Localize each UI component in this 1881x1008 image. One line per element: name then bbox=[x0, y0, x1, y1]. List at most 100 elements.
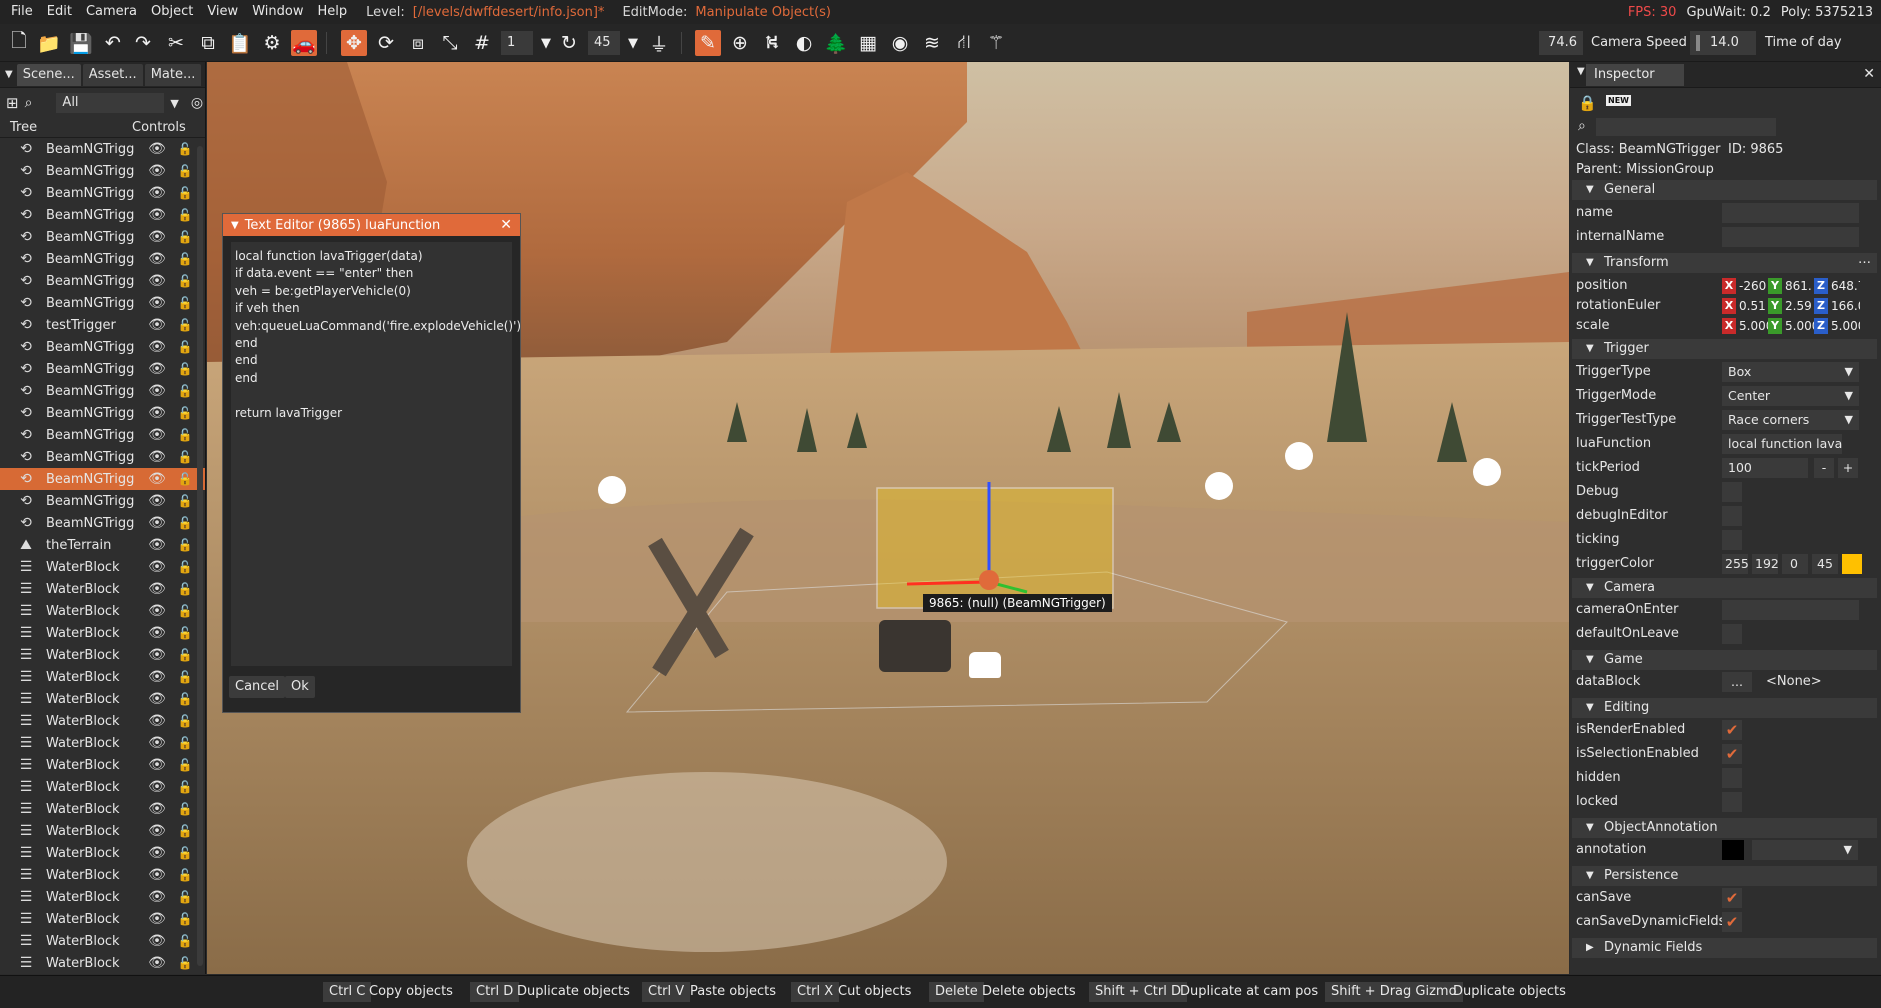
terrain-painter-icon[interactable]: ▦ bbox=[855, 30, 881, 56]
visibility-eye-icon[interactable]: 👁 bbox=[148, 251, 166, 267]
more-options-icon[interactable]: … bbox=[1858, 250, 1871, 270]
color-r-field[interactable]: 255 bbox=[1722, 554, 1748, 574]
color-g-field[interactable]: 192 bbox=[1752, 554, 1778, 574]
visibility-eye-icon[interactable]: 👁 bbox=[148, 405, 166, 421]
settings-gear-icon[interactable]: ⚙ bbox=[259, 30, 285, 56]
close-icon[interactable]: ✕ bbox=[500, 217, 512, 233]
tree-row[interactable]: ☰ WaterBlock 👁 🔓 bbox=[0, 930, 205, 952]
scale-gizmo-icon[interactable]: ⧈ bbox=[405, 30, 431, 56]
tree-row[interactable]: ☰ WaterBlock 👁 🔓 bbox=[0, 908, 205, 930]
tree-row[interactable]: ☰ WaterBlock 👁 🔓 bbox=[0, 864, 205, 886]
pencil-edit-icon[interactable]: ✎ bbox=[695, 30, 721, 56]
section-trigger[interactable]: ▼ Trigger bbox=[1572, 339, 1877, 359]
section-transform[interactable]: ▼ Transform… bbox=[1572, 250, 1877, 273]
tab-inspector[interactable]: Inspector bbox=[1586, 63, 1684, 86]
position-vector[interactable]: X-260 Y861. Z648.7 bbox=[1722, 276, 1860, 296]
visibility-eye-icon[interactable]: 👁 bbox=[148, 625, 166, 641]
new-file-icon[interactable]: 🗋 bbox=[6, 30, 32, 56]
lock-icon[interactable]: 🔓 bbox=[176, 912, 194, 926]
lock-icon[interactable]: 🔓 bbox=[176, 296, 194, 310]
is-render-enabled-checkbox[interactable]: ✔ bbox=[1722, 720, 1742, 740]
trigger-test-type-dropdown[interactable]: Race corners ▼ bbox=[1722, 410, 1859, 430]
visibility-eye-icon[interactable]: 👁 bbox=[148, 559, 166, 575]
road-tool-icon[interactable]: ⛕ bbox=[759, 30, 785, 56]
visibility-eye-icon[interactable]: 👁 bbox=[148, 713, 166, 729]
rotation-vector[interactable]: X0.51 Y2.59 Z166.0 bbox=[1722, 296, 1860, 316]
visibility-eye-icon[interactable]: 👁 bbox=[148, 757, 166, 773]
tree-row[interactable]: ☰ WaterBlock 👁 🔓 bbox=[0, 666, 205, 688]
lock-icon[interactable]: 🔓 bbox=[176, 824, 194, 838]
tree-row[interactable]: ⟲ BeamNGTrigg 👁 🔓 bbox=[0, 270, 205, 292]
inspector-search-input[interactable] bbox=[1596, 118, 1776, 136]
color-b-field[interactable]: 0 bbox=[1782, 554, 1808, 574]
lua-function-field[interactable]: local function lavaT bbox=[1722, 434, 1842, 454]
tree-row[interactable]: ☰ WaterBlock 👁 🔓 bbox=[0, 798, 205, 820]
filter-dropdown[interactable]: All bbox=[56, 93, 165, 113]
cut-icon[interactable]: ✂ bbox=[163, 30, 189, 56]
river-tool-icon[interactable]: ≋ bbox=[919, 30, 945, 56]
section-camera[interactable]: ▼ Camera bbox=[1572, 578, 1877, 598]
search-icon[interactable]: ⌕ bbox=[1578, 118, 1586, 134]
tree-row[interactable]: ☰ WaterBlock 👁 🔓 bbox=[0, 556, 205, 578]
lock-icon[interactable]: 🔓 bbox=[176, 384, 194, 398]
visibility-eye-icon[interactable]: 👁 bbox=[148, 317, 166, 333]
tree-row[interactable]: ⟲ BeamNGTrigg 👁 🔓 bbox=[0, 424, 205, 446]
tree-row[interactable]: ⟲ BeamNGTrigg 👁 🔓 bbox=[0, 292, 205, 314]
ticking-checkbox[interactable] bbox=[1722, 530, 1742, 550]
lock-icon[interactable]: 🔓 bbox=[176, 450, 194, 464]
tree-row[interactable]: ☰ WaterBlock 👁 🔓 bbox=[0, 754, 205, 776]
add-object-icon[interactable]: ⊕ bbox=[727, 30, 753, 56]
lock-icon[interactable]: 🔓 bbox=[176, 208, 194, 222]
color-a-field[interactable]: 45 bbox=[1812, 554, 1838, 574]
tree-row[interactable]: ⟲ BeamNGTrigg 👁 🔓 bbox=[0, 336, 205, 358]
lock-icon[interactable]: 🔓 bbox=[176, 956, 194, 970]
section-game[interactable]: ▼ Game bbox=[1572, 650, 1877, 670]
redo-icon[interactable]: ↷ bbox=[130, 30, 156, 56]
trigger-mode-dropdown[interactable]: Center ▼ bbox=[1722, 386, 1859, 406]
tree-row[interactable]: ⟲ BeamNGTrigg 👁 🔓 bbox=[0, 226, 205, 248]
visibility-eye-icon[interactable]: 👁 bbox=[148, 141, 166, 157]
lock-icon[interactable]: 🔓 bbox=[176, 340, 194, 354]
lock-icon[interactable]: 🔓 bbox=[176, 802, 194, 816]
section-general[interactable]: ▼ General bbox=[1572, 180, 1877, 200]
lock-icon[interactable]: 🔓 bbox=[176, 714, 194, 728]
lock-icon[interactable]: 🔓 bbox=[176, 164, 194, 178]
visibility-eye-icon[interactable]: 👁 bbox=[148, 889, 166, 905]
visibility-eye-icon[interactable]: 👁 bbox=[148, 537, 166, 553]
translate-gizmo-icon[interactable]: ✥ bbox=[341, 30, 367, 56]
mesh-road-icon[interactable]: ⛙ bbox=[951, 30, 977, 56]
tree-row[interactable]: ☰ WaterBlock 👁 🔓 bbox=[0, 710, 205, 732]
broadcast-icon[interactable]: ◎ bbox=[191, 95, 203, 111]
section-dynamic-fields[interactable]: ▶ Dynamic Fields bbox=[1572, 938, 1877, 958]
scale-vector[interactable]: X5.000 Y5.000 Z5.000 bbox=[1722, 316, 1860, 336]
tree-row[interactable]: ⟲ BeamNGTrigg 👁 🔓 bbox=[0, 182, 205, 204]
name-field[interactable] bbox=[1722, 203, 1859, 223]
tab-assets[interactable]: Asset... bbox=[82, 63, 143, 86]
visibility-eye-icon[interactable]: 👁 bbox=[148, 823, 166, 839]
tree-row[interactable]: ⟲ BeamNGTrigg 👁 🔓 bbox=[0, 468, 205, 490]
open-folder-icon[interactable]: 📁 bbox=[36, 30, 62, 56]
menu-file[interactable]: File bbox=[4, 0, 40, 24]
visibility-eye-icon[interactable]: 👁 bbox=[148, 383, 166, 399]
gizmo-x-axis[interactable] bbox=[906, 580, 990, 586]
menu-window[interactable]: Window bbox=[245, 0, 310, 24]
lock-icon[interactable]: 🔓 bbox=[176, 274, 194, 288]
lock-icon[interactable]: 🔓 bbox=[176, 362, 194, 376]
tree-row[interactable]: ⟲ BeamNGTrigg 👁 🔓 bbox=[0, 248, 205, 270]
default-on-leave-checkbox[interactable] bbox=[1722, 624, 1742, 644]
lock-icon[interactable]: 🔓 bbox=[176, 626, 194, 640]
time-of-day-field[interactable]: 14.0 bbox=[1690, 31, 1756, 55]
scale-z[interactable]: 5.000 bbox=[1828, 319, 1860, 333]
tab-scene[interactable]: Scene... bbox=[16, 63, 81, 86]
trigger-box[interactable] bbox=[876, 487, 1114, 609]
visibility-eye-icon[interactable]: 👁 bbox=[148, 933, 166, 949]
lock-icon[interactable]: 🔓 bbox=[176, 758, 194, 772]
lock-icon[interactable]: 🔓 bbox=[176, 142, 194, 156]
visibility-eye-icon[interactable]: 👁 bbox=[148, 515, 166, 531]
visibility-eye-icon[interactable]: 👁 bbox=[148, 867, 166, 883]
visibility-eye-icon[interactable]: 👁 bbox=[148, 185, 166, 201]
menu-edit[interactable]: Edit bbox=[40, 0, 79, 24]
trigger-marker[interactable] bbox=[1285, 442, 1313, 470]
visibility-eye-icon[interactable]: 👁 bbox=[148, 955, 166, 971]
save-icon[interactable]: 💾 bbox=[68, 30, 94, 56]
